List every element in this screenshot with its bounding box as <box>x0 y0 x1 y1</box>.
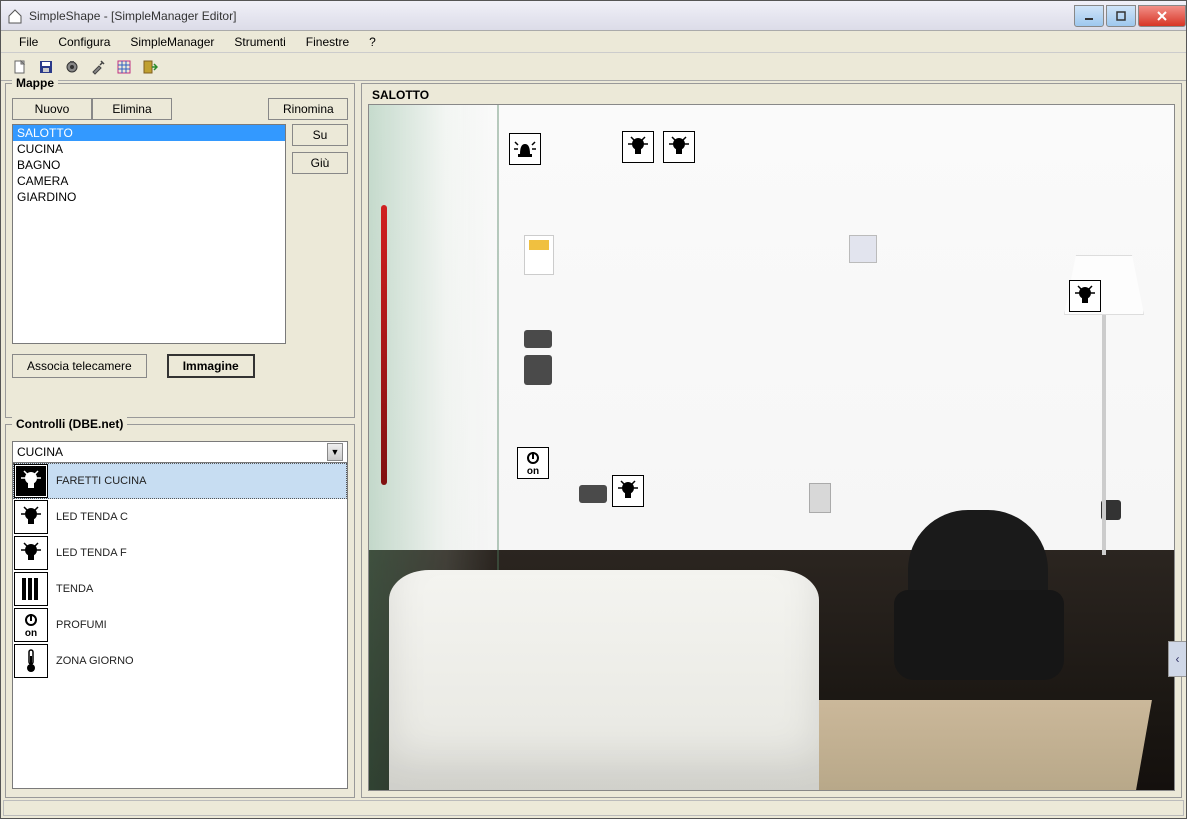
close-button[interactable] <box>1138 5 1186 27</box>
toolbar <box>1 53 1186 81</box>
menu-help[interactable]: ? <box>359 33 386 51</box>
device-bulb[interactable] <box>1069 280 1101 312</box>
wall-switch-2 <box>579 485 607 503</box>
mappe-legend: Mappe <box>12 76 58 90</box>
wall-plate <box>809 483 831 513</box>
mappe-item[interactable]: CUCINA <box>13 141 285 157</box>
controlli-item[interactable]: ZONA GIORNO <box>13 643 347 679</box>
new-file-icon[interactable] <box>9 56 31 78</box>
svg-text:on: on <box>25 628 37 639</box>
menubar: File Configura SimpleManager Strumenti F… <box>1 31 1186 53</box>
menu-configura[interactable]: Configura <box>48 33 120 51</box>
controlli-item[interactable]: TENDA <box>13 571 347 607</box>
app-window: SimpleShape - [SimpleManager Editor] Fil… <box>0 0 1187 819</box>
minimize-button[interactable] <box>1074 5 1104 27</box>
power-on-icon: on <box>14 608 48 642</box>
controlli-groupbox: Controlli (DBE.net) CUCINA ▼ FARETTI CUC… <box>5 424 355 798</box>
controlli-room-select[interactable]: CUCINA ▼ <box>12 441 348 463</box>
controlli-item-label: LED TENDA C <box>56 511 128 523</box>
mappe-listbox[interactable]: SALOTTOCUCINABAGNOCAMERAGIARDINO <box>12 124 286 344</box>
app-icon <box>7 8 23 24</box>
bulb-icon <box>14 536 48 570</box>
thermometer-icon <box>14 644 48 678</box>
associa-telecamere-button[interactable]: Associa telecamere <box>12 354 147 378</box>
grid-icon[interactable] <box>113 56 135 78</box>
menu-simplemanager[interactable]: SimpleManager <box>120 33 224 51</box>
nuovo-button[interactable]: Nuovo <box>12 98 92 120</box>
statusbar <box>3 800 1184 816</box>
controlli-item-label: LED TENDA F <box>56 547 127 559</box>
svg-text:on: on <box>527 466 539 477</box>
dropdown-arrow-icon: ▼ <box>327 443 343 461</box>
controlli-item-label: PROFUMI <box>56 619 107 631</box>
mappe-item[interactable]: BAGNO <box>13 157 285 173</box>
blinds-icon <box>14 572 48 606</box>
mappe-groupbox: Mappe Nuovo Elimina Rinomina SALOTTOCUCI… <box>5 83 355 418</box>
controlli-room-value: CUCINA <box>17 445 63 459</box>
exit-icon[interactable] <box>139 56 161 78</box>
menu-finestre[interactable]: Finestre <box>296 33 359 51</box>
controlli-item[interactable]: on PROFUMI <box>13 607 347 643</box>
menu-strumenti[interactable]: Strumenti <box>224 33 295 51</box>
tools-icon[interactable] <box>87 56 109 78</box>
bulb-selected-icon <box>14 464 48 498</box>
room-canvas[interactable]: on <box>368 104 1175 791</box>
mappe-item[interactable]: SALOTTO <box>13 125 285 141</box>
left-panel: Mappe Nuovo Elimina Rinomina SALOTTOCUCI… <box>5 83 355 798</box>
controlli-legend: Controlli (DBE.net) <box>12 417 127 431</box>
bulb-icon <box>14 500 48 534</box>
device-power-on[interactable]: on <box>517 447 549 479</box>
mappe-item[interactable]: CAMERA <box>13 173 285 189</box>
main-view: SALOTTO on <box>361 83 1182 798</box>
wall-thermostat-2 <box>849 235 877 263</box>
controlli-item[interactable]: LED TENDA C <box>13 499 347 535</box>
window-title: SimpleShape - [SimpleManager Editor] <box>29 9 1072 23</box>
side-collapse-tab[interactable]: ‹ <box>1168 641 1186 677</box>
titlebar: SimpleShape - [SimpleManager Editor] <box>1 1 1186 31</box>
save-icon[interactable] <box>35 56 57 78</box>
menu-file[interactable]: File <box>9 33 48 51</box>
wall-switch-double <box>524 355 552 385</box>
elimina-button[interactable]: Elimina <box>92 98 172 120</box>
device-bulb[interactable] <box>622 131 654 163</box>
immagine-button[interactable]: Immagine <box>167 354 255 378</box>
controlli-item-label: TENDA <box>56 583 93 595</box>
controlli-item[interactable]: LED TENDA F <box>13 535 347 571</box>
controlli-item[interactable]: FARETTI CUCINA <box>13 463 347 499</box>
giu-button[interactable]: Giù <box>292 152 348 174</box>
mappe-item[interactable]: GIARDINO <box>13 189 285 205</box>
device-bulb[interactable] <box>612 475 644 507</box>
bed <box>389 570 819 790</box>
su-button[interactable]: Su <box>292 124 348 146</box>
controlli-list[interactable]: FARETTI CUCINA LED TENDA C LED TENDA F TEND… <box>12 463 348 789</box>
wall-switch <box>524 330 552 348</box>
controlli-item-label: FARETTI CUCINA <box>56 475 146 487</box>
camera-icon[interactable] <box>61 56 83 78</box>
device-siren[interactable] <box>509 133 541 165</box>
maximize-button[interactable] <box>1106 5 1136 27</box>
main-view-title: SALOTTO <box>364 86 1179 104</box>
device-bulb[interactable] <box>663 131 695 163</box>
controlli-item-label: ZONA GIORNO <box>56 655 134 667</box>
client-area: Mappe Nuovo Elimina Rinomina SALOTTOCUCI… <box>5 83 1182 798</box>
armchair <box>894 510 1074 680</box>
rinomina-button[interactable]: Rinomina <box>268 98 348 120</box>
wall-thermostat-1 <box>524 235 554 275</box>
